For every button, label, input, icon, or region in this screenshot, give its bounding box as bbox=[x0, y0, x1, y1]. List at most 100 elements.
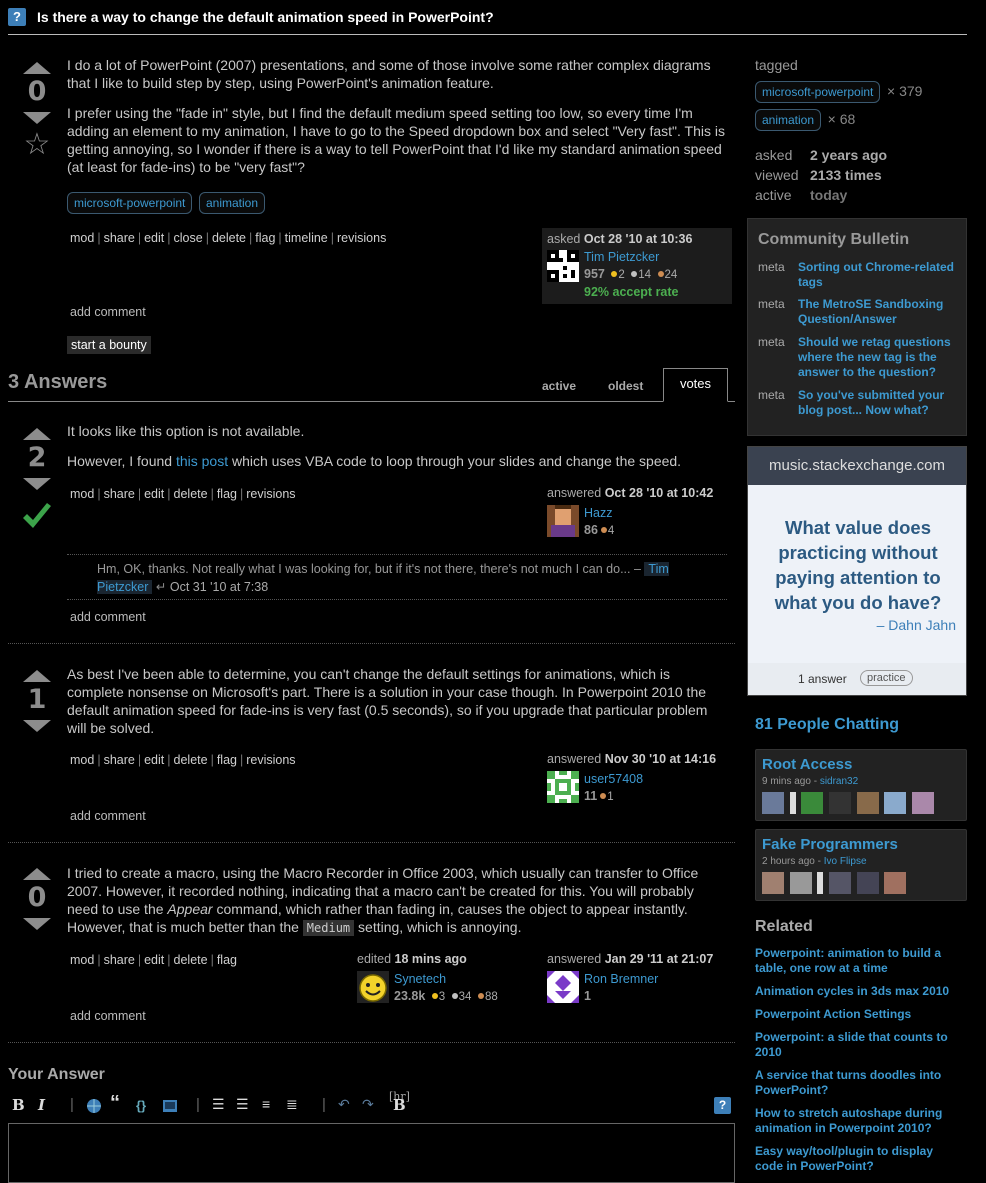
bulleted-list-icon[interactable]: ☰ bbox=[236, 1096, 249, 1113]
redo-icon[interactable]: ↷ bbox=[362, 1096, 374, 1113]
share-link[interactable]: share bbox=[104, 231, 135, 245]
chat-user-avatar[interactable] bbox=[762, 792, 784, 814]
related-link[interactable]: Powerpoint: a slide that counts to 2010 bbox=[755, 1030, 960, 1060]
qr-avatar-icon[interactable] bbox=[547, 250, 579, 282]
edit-link[interactable]: edit bbox=[144, 487, 164, 501]
horizontal-rule-icon[interactable]: ≣ bbox=[286, 1096, 298, 1113]
revisions-link[interactable]: revisions bbox=[337, 231, 386, 245]
tab-votes[interactable]: votes bbox=[663, 368, 728, 402]
mod-link[interactable]: mod bbox=[70, 753, 94, 767]
delete-link[interactable]: delete bbox=[212, 231, 246, 245]
sidebar-tag-microsoft-powerpoint[interactable]: microsoft-powerpoint bbox=[755, 81, 881, 103]
image-icon[interactable] bbox=[162, 1098, 178, 1114]
numbered-list-icon[interactable]: ☰ bbox=[212, 1096, 225, 1113]
chat-user-avatar[interactable] bbox=[911, 792, 934, 814]
chat-user-avatar[interactable] bbox=[762, 872, 784, 894]
tag-microsoft-powerpoint[interactable]: microsoft-powerpoint bbox=[67, 192, 193, 214]
related-link[interactable]: How to stretch autoshape during animatio… bbox=[755, 1106, 960, 1136]
vote-down-icon[interactable] bbox=[23, 720, 51, 732]
identicon-avatar-icon[interactable] bbox=[547, 971, 579, 1003]
flag-link[interactable]: flag bbox=[255, 231, 275, 245]
delete-link[interactable]: delete bbox=[174, 953, 208, 967]
link-globe-icon[interactable] bbox=[86, 1098, 102, 1114]
chat-room-name[interactable]: Root Access bbox=[762, 756, 852, 773]
chat-user-avatar[interactable] bbox=[801, 792, 824, 814]
chat-user-avatar[interactable] bbox=[789, 792, 796, 814]
tab-active[interactable]: active bbox=[542, 379, 576, 393]
tab-oldest[interactable]: oldest bbox=[608, 379, 643, 393]
bulletin-link[interactable]: Sorting out Chrome-related tags bbox=[798, 260, 960, 290]
chat-room-name[interactable]: Fake Programmers bbox=[762, 836, 898, 853]
bulletin-link[interactable]: Should we retag questions where the new … bbox=[798, 335, 960, 380]
flag-link[interactable]: flag bbox=[217, 953, 237, 967]
related-link[interactable]: Easy way/tool/plugin to display code in … bbox=[755, 1144, 960, 1174]
user-link[interactable]: Tim Pietzcker bbox=[584, 250, 659, 264]
add-comment-link[interactable]: add comment bbox=[70, 1009, 146, 1023]
edit-link[interactable]: edit bbox=[144, 753, 164, 767]
mod-link[interactable]: mod bbox=[70, 231, 94, 245]
timeline-link[interactable]: timeline bbox=[285, 231, 328, 245]
this-post-link[interactable]: this post bbox=[176, 453, 228, 469]
ad-question[interactable]: What value does practicing without payin… bbox=[758, 515, 958, 615]
italic-button[interactable]: I bbox=[38, 1096, 45, 1114]
ad-tag[interactable]: practice bbox=[860, 670, 913, 686]
user-link[interactable]: Ron Bremner bbox=[584, 972, 658, 986]
sidebar-tag-animation[interactable]: animation bbox=[755, 109, 822, 131]
chat-user-avatar[interactable] bbox=[828, 872, 851, 894]
chat-user-avatar[interactable] bbox=[789, 872, 812, 894]
chat-user-avatar[interactable] bbox=[817, 872, 824, 894]
chat-room[interactable]: Root Access 9 mins ago - sidran32 bbox=[755, 749, 967, 821]
related-link[interactable]: Animation cycles in 3ds max 2010 bbox=[755, 984, 960, 999]
vote-down-icon[interactable] bbox=[23, 112, 51, 124]
smiley-avatar-icon[interactable] bbox=[357, 971, 389, 1003]
chat-title[interactable]: 81 People Chatting bbox=[755, 716, 899, 734]
help-button[interactable]: ? bbox=[714, 1097, 731, 1114]
user-link[interactable]: Synetech bbox=[394, 972, 446, 986]
heading-icon[interactable]: ≡ bbox=[262, 1096, 270, 1112]
revisions-link[interactable]: revisions bbox=[246, 753, 295, 767]
edit-link[interactable]: edit bbox=[144, 953, 164, 967]
identicon-avatar-icon[interactable] bbox=[547, 771, 579, 803]
edit-link[interactable]: edit bbox=[144, 231, 164, 245]
start-bounty-button[interactable]: start a bounty bbox=[67, 336, 151, 354]
add-comment-link[interactable]: add comment bbox=[70, 305, 146, 319]
related-link[interactable]: A service that turns doodles into PowerP… bbox=[755, 1068, 960, 1098]
hazz-avatar-icon[interactable] bbox=[547, 505, 579, 537]
chat-user-avatar[interactable] bbox=[828, 792, 851, 814]
vote-up-icon[interactable] bbox=[23, 62, 51, 74]
share-link[interactable]: share bbox=[104, 753, 135, 767]
tag-animation[interactable]: animation bbox=[199, 192, 266, 214]
revisions-link[interactable]: revisions bbox=[246, 487, 295, 501]
flag-link[interactable]: flag bbox=[217, 487, 237, 501]
vote-down-icon[interactable] bbox=[23, 478, 51, 490]
favorite-star-icon[interactable]: ☆ bbox=[17, 130, 57, 160]
related-link[interactable]: Powerpoint: animation to build a table, … bbox=[755, 946, 960, 976]
bulletin-link[interactable]: The MetroSE Sandboxing Question/Answer bbox=[798, 297, 960, 327]
undo-icon[interactable]: ↶ bbox=[338, 1096, 350, 1113]
answer-editor-textarea[interactable] bbox=[8, 1123, 735, 1183]
share-link[interactable]: share bbox=[104, 953, 135, 967]
share-link[interactable]: share bbox=[104, 487, 135, 501]
flag-link[interactable]: flag bbox=[217, 753, 237, 767]
vote-up-icon[interactable] bbox=[23, 428, 51, 440]
close-link[interactable]: close bbox=[174, 231, 203, 245]
bulletin-link[interactable]: So you've submitted your blog post... No… bbox=[798, 388, 960, 418]
network-question-ad[interactable]: music.stackexchange.com What value does … bbox=[747, 446, 967, 696]
chat-user-avatar[interactable] bbox=[884, 872, 907, 894]
delete-link[interactable]: delete bbox=[174, 487, 208, 501]
question-title[interactable]: Is there a way to change the default ani… bbox=[37, 9, 494, 25]
user-link[interactable]: user57408 bbox=[584, 772, 643, 786]
mod-link[interactable]: mod bbox=[70, 487, 94, 501]
user-link[interactable]: Hazz bbox=[584, 506, 612, 520]
delete-link[interactable]: delete bbox=[174, 753, 208, 767]
chat-user-avatar[interactable] bbox=[884, 792, 907, 814]
bold-button[interactable]: B bbox=[12, 1096, 25, 1114]
ad-site-name[interactable]: music.stackexchange.com bbox=[748, 447, 966, 485]
chat-user-avatar[interactable] bbox=[856, 872, 879, 894]
add-comment-link[interactable]: add comment bbox=[70, 809, 146, 823]
related-link[interactable]: Powerpoint Action Settings bbox=[755, 1007, 960, 1022]
chat-room[interactable]: Fake Programmers 2 hours ago - Ivo Flips… bbox=[755, 829, 967, 901]
vote-up-icon[interactable] bbox=[23, 868, 51, 880]
vote-up-icon[interactable] bbox=[23, 670, 51, 682]
blockquote-button[interactable]: “ bbox=[110, 1092, 120, 1115]
